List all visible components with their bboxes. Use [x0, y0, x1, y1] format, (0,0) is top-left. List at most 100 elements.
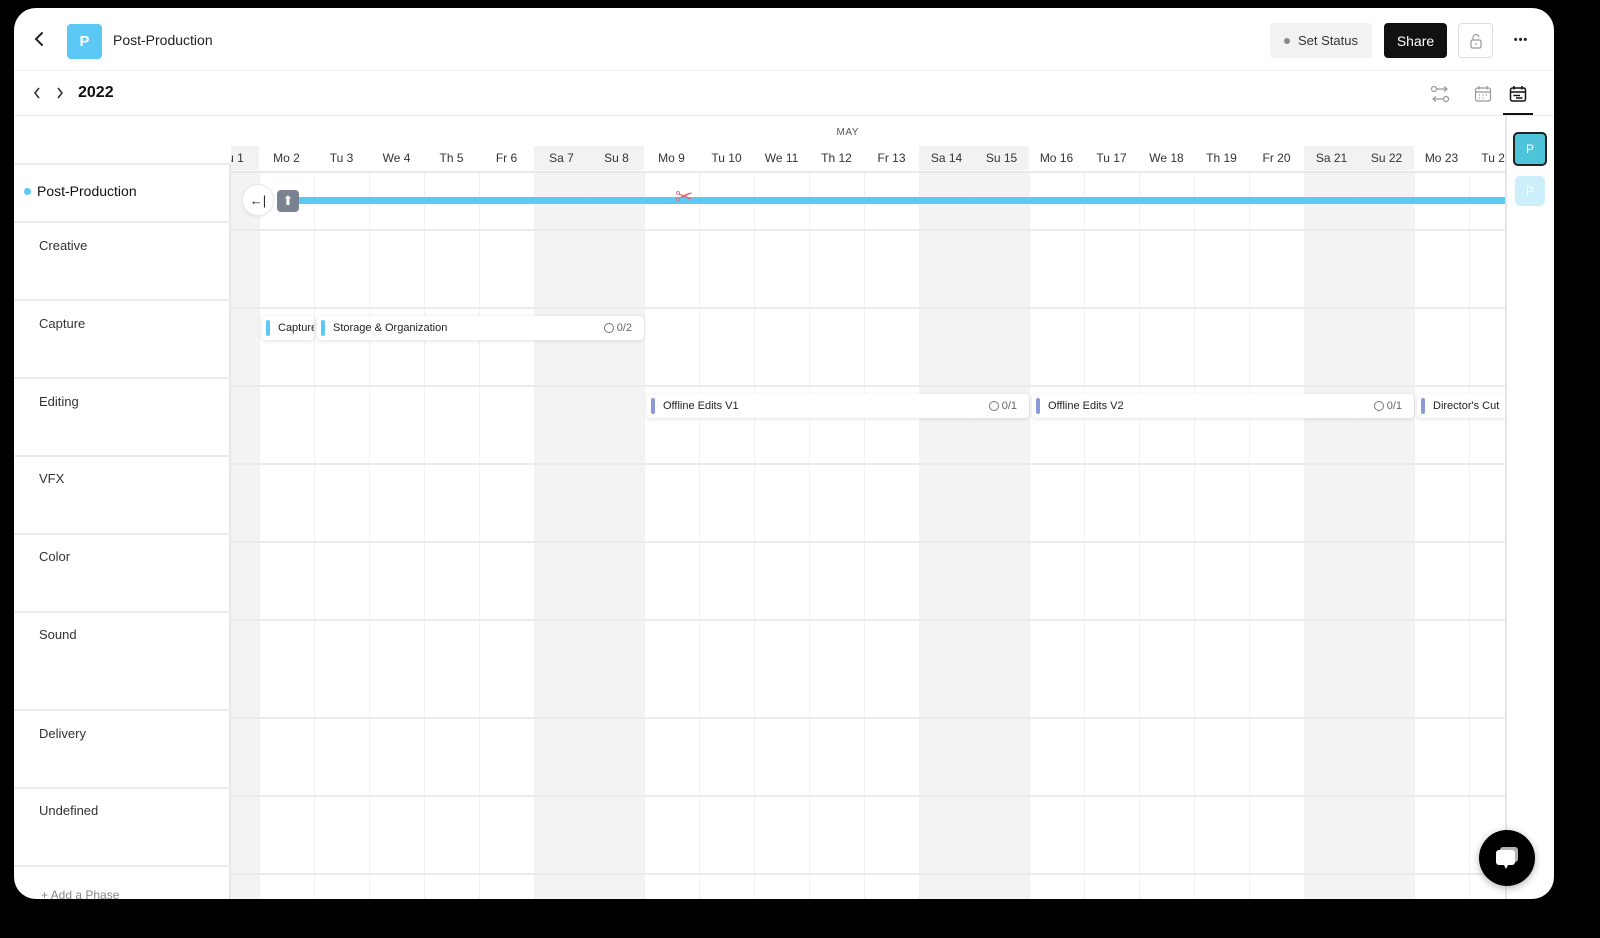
phase-divider: [14, 709, 231, 711]
day-column: [1414, 172, 1469, 899]
day-header: Tu 3: [329, 151, 354, 165]
day-column: [974, 172, 1029, 899]
phase-label[interactable]: Creative: [39, 238, 87, 253]
project-avatar: P: [67, 24, 102, 59]
lock-button[interactable]: [1458, 23, 1493, 58]
subtask-count-text: 0/1: [1001, 400, 1017, 412]
day-header: Mo 16: [1039, 151, 1074, 165]
check-circle-icon: [603, 323, 614, 333]
app-window: P Post-Production Set Status Share ••• 2…: [14, 8, 1554, 899]
task-color-marker: [1036, 398, 1040, 414]
day-header: Tu 17: [1096, 151, 1127, 165]
task-bar[interactable]: Offline Edits V2 0/1: [1032, 394, 1414, 418]
dependencies-view-icon: [1430, 85, 1450, 103]
row-divider: [231, 307, 1505, 309]
day-column: [699, 172, 754, 899]
day-header: Su 8: [589, 146, 644, 170]
year-label: 2022: [78, 84, 114, 101]
task-color-marker: [651, 398, 655, 414]
task-bar[interactable]: Capture: [262, 316, 314, 340]
day-column: [644, 172, 699, 899]
task-name: Storage & Organization: [333, 322, 448, 334]
timeline-grid: MAY Su 1 Mo 2 Tu 3 We 4 Th 5 Fr 6 Sa 7Su 8 Mo 9…: [231, 116, 1505, 899]
day-column: [589, 172, 644, 899]
row-divider: [231, 619, 1505, 621]
day-column: [424, 172, 479, 899]
phase-divider: [14, 533, 231, 535]
day-header: Sa 7: [534, 146, 589, 170]
phase-label[interactable]: VFX: [39, 471, 64, 486]
chat-button[interactable]: [1479, 830, 1535, 886]
project-row-label[interactable]: Post-Production: [24, 183, 137, 199]
task-name: Offline Edits V2: [1048, 400, 1124, 412]
task-color-marker: [321, 320, 325, 336]
chevron-left-icon: [33, 87, 40, 99]
day-header: Su 22: [1359, 146, 1414, 170]
subtask-count: 0/1: [1373, 400, 1402, 412]
day-column: [1194, 172, 1249, 899]
day-header: Fr 13: [877, 151, 906, 165]
day-header: Sa 21: [1304, 146, 1359, 170]
phase-divider: [14, 611, 231, 613]
more-options-button[interactable]: •••: [1508, 30, 1534, 50]
day-header: Mo 23: [1424, 151, 1459, 165]
next-year-button[interactable]: [51, 83, 69, 103]
header-divider: [231, 171, 1505, 173]
day-column: [1249, 172, 1304, 899]
member-strip: PP: [1505, 116, 1554, 899]
calendar-view-button[interactable]: [1470, 81, 1496, 107]
day-column: [809, 172, 864, 899]
day-header: We 18: [1149, 151, 1184, 165]
task-bar[interactable]: Offline Edits V1 0/1: [647, 394, 1029, 418]
scissors-icon[interactable]: ✂: [675, 184, 693, 210]
phase-divider: [14, 455, 231, 457]
collapse-button[interactable]: ←|: [242, 184, 274, 216]
dependencies-view-button[interactable]: [1427, 81, 1453, 107]
add-phase-button[interactable]: + Add a Phase: [41, 888, 119, 899]
back-button[interactable]: [28, 28, 50, 50]
day-header: Fr 20: [1262, 151, 1291, 165]
set-status-button[interactable]: Set Status: [1270, 23, 1372, 58]
phase-label[interactable]: Color: [39, 549, 70, 564]
active-view-indicator: [1503, 113, 1533, 115]
timeline-view-button[interactable]: [1505, 81, 1531, 107]
day-column: [1084, 172, 1139, 899]
day-column: [231, 172, 259, 899]
phase-label[interactable]: Undefined: [39, 803, 98, 818]
status-dot-icon: [1284, 37, 1290, 44]
project-color-dot: [24, 187, 31, 195]
day-header: Fr 6: [495, 151, 518, 165]
day-header: We 4: [382, 151, 411, 165]
row-divider: [231, 541, 1505, 543]
task-bar[interactable]: Storage & Organization 0/2: [317, 316, 644, 340]
previous-year-button[interactable]: [28, 83, 46, 103]
phase-divider: [14, 221, 231, 223]
row-divider: [231, 385, 1505, 387]
more-horizontal-icon: •••: [1513, 34, 1529, 46]
member-avatar[interactable]: P: [1513, 132, 1547, 166]
upload-milestone-icon[interactable]: ⬆: [277, 190, 299, 212]
day-header: Su 15: [974, 146, 1029, 170]
phase-label[interactable]: Editing: [39, 394, 79, 409]
row-divider: [231, 795, 1505, 797]
month-label: MAY: [836, 127, 859, 138]
project-duration-bar[interactable]: [291, 197, 1505, 204]
chevron-left-icon: [34, 32, 43, 46]
member-avatar[interactable]: P: [1515, 176, 1545, 206]
day-column: [479, 172, 534, 899]
task-color-marker: [266, 320, 270, 336]
task-name: Capture: [278, 322, 314, 334]
task-name: Director's Cut: [1433, 400, 1500, 412]
row-divider: [231, 717, 1505, 719]
subtask-count: 0/1: [988, 400, 1017, 412]
phase-divider: [14, 163, 231, 165]
task-bar[interactable]: Director's Cut: [1417, 394, 1505, 418]
phase-label[interactable]: Sound: [39, 627, 77, 642]
phase-label[interactable]: Capture: [39, 316, 85, 331]
day-column: [534, 172, 589, 899]
share-button[interactable]: Share: [1384, 23, 1447, 58]
chat-bubble-icon: [1496, 847, 1518, 869]
day-column: [1359, 172, 1414, 899]
phase-divider: [14, 865, 231, 867]
phase-label[interactable]: Delivery: [39, 726, 86, 741]
